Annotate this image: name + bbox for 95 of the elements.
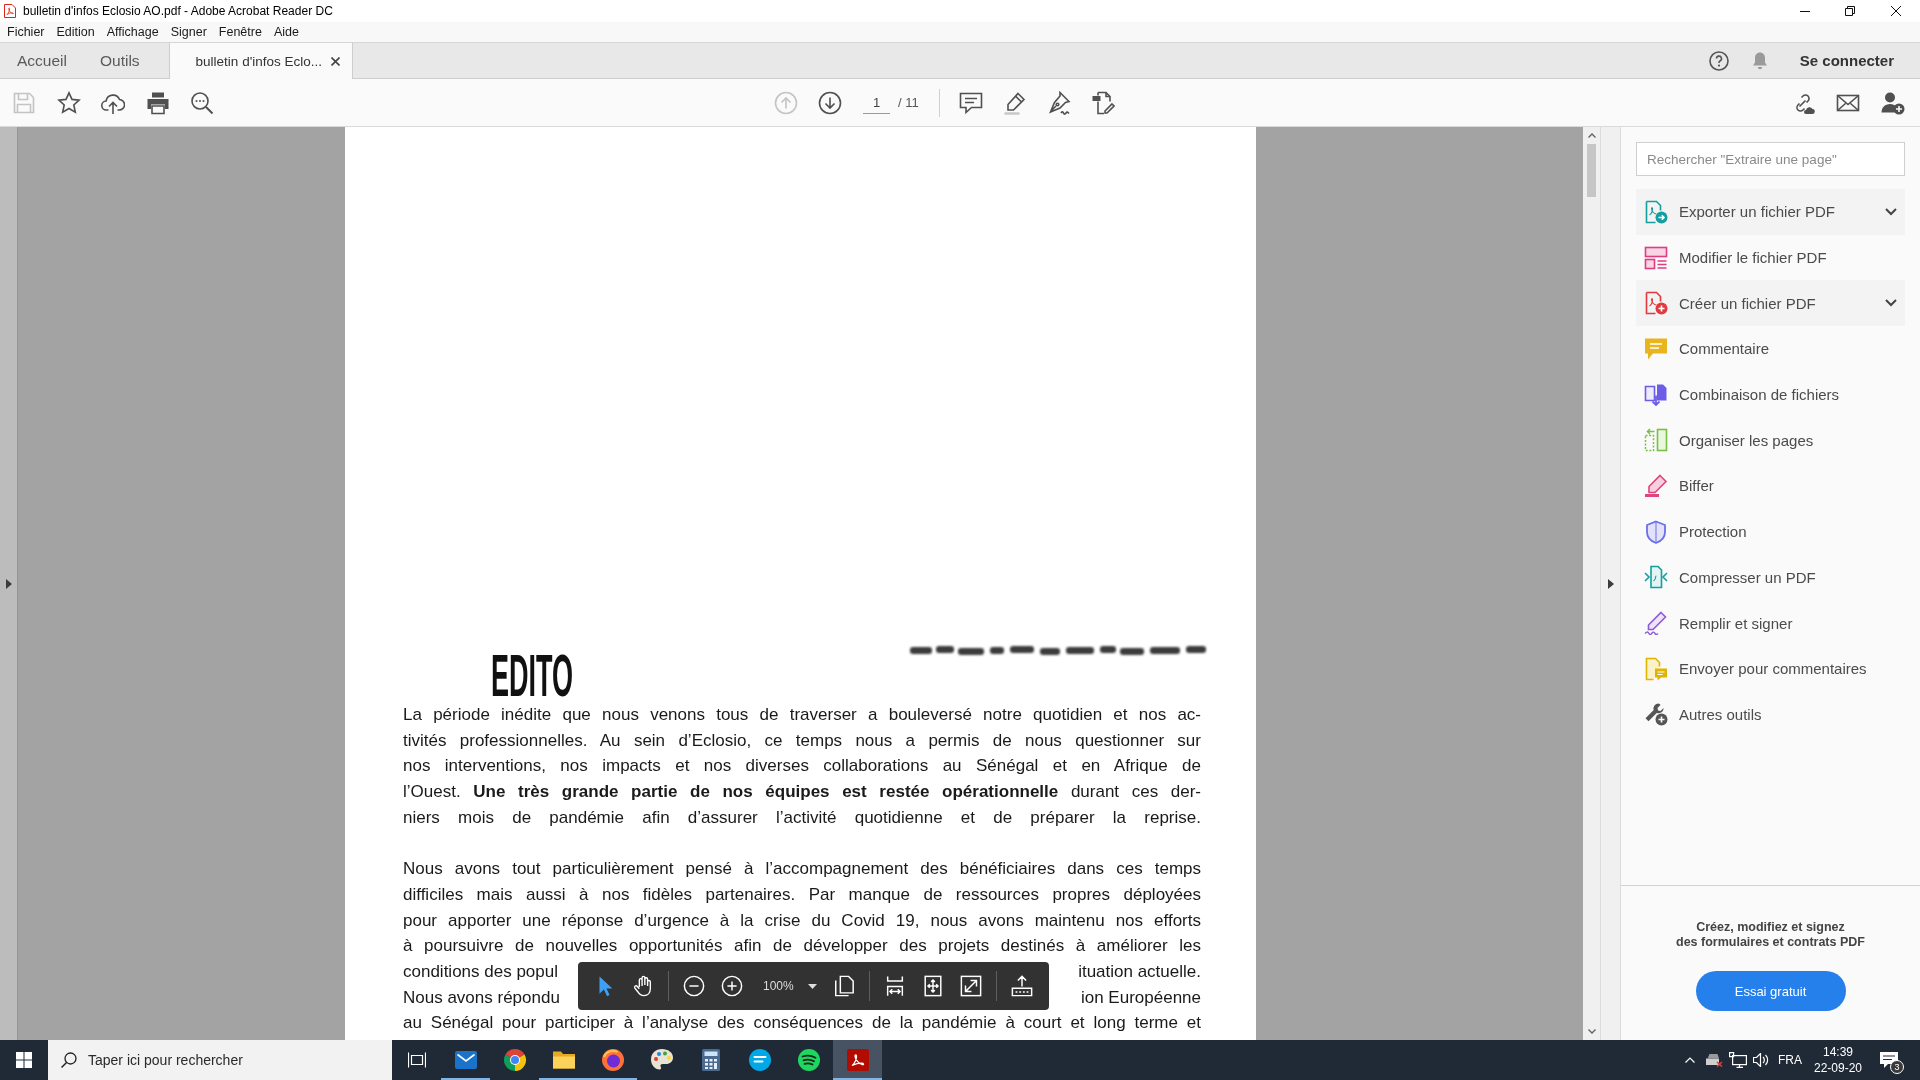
- page-count: / 11: [898, 95, 919, 110]
- paragraph-text: au Sénégal pour participer à l’analyse des conséquences de la pandémie à court et long terme et: [403, 1012, 1201, 1035]
- tray-arrow-icon[interactable]: [1010, 975, 1033, 997]
- document-arrow-icon: [1644, 199, 1668, 224]
- tool-item[interactable]: Commentaire: [1636, 326, 1905, 372]
- envelope-icon: [453, 1048, 478, 1072]
- pen-nib-icon[interactable]: [1046, 90, 1071, 115]
- browser-icon: [502, 1048, 527, 1072]
- document-plus-icon: [1644, 291, 1668, 316]
- chevron-icon[interactable]: [1885, 299, 1897, 308]
- document-comment-icon: [1644, 656, 1668, 681]
- trial-button[interactable]: Essai gratuit: [1695, 971, 1846, 1011]
- page-number-field[interactable]: 1: [863, 91, 890, 114]
- tool-item[interactable]: Modifier le fichier PDF: [1636, 234, 1905, 281]
- scroll-up-icon[interactable]: [1587, 133, 1596, 138]
- menu-item[interactable]: Aide: [273, 25, 299, 39]
- language-indicator[interactable]: FRA: [1772, 1040, 1808, 1080]
- documents-merge-icon: [1644, 382, 1668, 407]
- zoom-dropdown[interactable]: 100%: [751, 970, 825, 1002]
- tool-item[interactable]: Organiser les pages: [1636, 417, 1905, 464]
- comment-icon[interactable]: [958, 90, 983, 115]
- menu-item[interactable]: Fichier: [7, 25, 45, 39]
- search-icon: [61, 1052, 77, 1068]
- compress-icon: [1644, 565, 1668, 590]
- menu-item[interactable]: Affichage: [106, 25, 159, 39]
- hand-icon[interactable]: [632, 975, 654, 997]
- task-view-icon[interactable]: [407, 1052, 426, 1068]
- chat-icon: [747, 1048, 772, 1072]
- text-fragment: ituation actuelle.: [1078, 961, 1201, 983]
- tab[interactable]: Accueil: [0, 43, 83, 78]
- tool-item[interactable]: Combinaison de fichiers: [1636, 371, 1905, 418]
- scrollbar-thumb[interactable]: [1587, 144, 1596, 197]
- fit-page-icon[interactable]: [921, 975, 944, 997]
- chevron-up-icon[interactable]: [1685, 1057, 1695, 1063]
- shield-icon: [1644, 519, 1668, 544]
- speaker-icon[interactable]: [1753, 1053, 1769, 1067]
- pages-icon[interactable]: [832, 975, 855, 997]
- star-icon[interactable]: [56, 90, 81, 115]
- palette-icon: [649, 1048, 674, 1072]
- pen-signature-icon: [1644, 611, 1668, 636]
- app-icon: [4, 4, 16, 18]
- paragraph-text: La période inédite que nous venons tous de traverser a bouleversé notre quotidien et nos ac- tivités professionnelles. Au sein d’Eclosio, ce temps nous a permis de nous questionner sur nos interventions, nos impacts et nos diverses collaborations au Sénégal et en Afrique de l’Ouest. Une très grande partie de nos équipes est restée opérationnelle durant ces der- niers mois de pandémie afin d’assurer l’activité quotidienne et de préparer la reprise.: [403, 704, 1201, 829]
- globe-icon: [600, 1048, 625, 1072]
- device-icon[interactable]: [1705, 1053, 1723, 1067]
- chevron-icon[interactable]: [1885, 207, 1897, 216]
- text-fragment: ion Européenne: [1080, 986, 1201, 1009]
- promo-text: Créez, modifiez et signez des formulaires et contrats PDF: [1676, 920, 1865, 950]
- pages-icon: [1644, 428, 1668, 453]
- search-icon[interactable]: [190, 90, 214, 115]
- search-field[interactable]: Rechercher "Extraire une page": [1636, 142, 1905, 176]
- search-field[interactable]: Taper ici pour rechercher: [48, 1040, 392, 1080]
- panel-toggle-icon[interactable]: [1607, 578, 1614, 589]
- zoom-out-icon[interactable]: [683, 975, 705, 997]
- sign-in-button[interactable]: Se connecter: [1799, 52, 1894, 69]
- document-pen-icon[interactable]: [1090, 90, 1115, 115]
- document-icon: [845, 1048, 870, 1072]
- tool-group-item[interactable]: Exporter un fichier PDF: [1636, 189, 1905, 235]
- arrow-down-circle-icon[interactable]: [818, 90, 842, 115]
- panel-toggle-icon[interactable]: [5, 578, 12, 589]
- menu-item[interactable]: Fenêtre: [218, 25, 262, 39]
- tab[interactable]: Outils: [82, 43, 156, 78]
- menu-item[interactable]: Signer: [170, 25, 207, 39]
- notification-badge: 3: [1890, 1060, 1904, 1074]
- menu-item[interactable]: Edition: [56, 25, 95, 39]
- tool-group-item[interactable]: Créer un fichier PDF: [1636, 280, 1905, 327]
- text-fragment: conditions des popul: [403, 961, 558, 983]
- tool-item[interactable]: Biffer: [1636, 463, 1905, 509]
- highlighter-icon: [1644, 473, 1668, 498]
- windows-logo-icon[interactable]: [16, 1052, 32, 1068]
- scroll-down-icon[interactable]: [1587, 1029, 1596, 1034]
- tool-item[interactable]: Remplir et signer: [1636, 600, 1905, 646]
- close-icon[interactable]: [1891, 6, 1901, 16]
- tool-item[interactable]: Autres outils: [1636, 691, 1905, 738]
- comment-icon: [1644, 336, 1668, 361]
- network-icon[interactable]: [1729, 1052, 1747, 1068]
- help-icon[interactable]: [1708, 50, 1729, 71]
- tool-item[interactable]: Envoyer pour commentaires: [1636, 645, 1905, 692]
- scrollbar[interactable]: [1583, 127, 1600, 1040]
- highlighter-icon[interactable]: [1002, 90, 1027, 115]
- close-icon[interactable]: [330, 56, 340, 66]
- add-user-icon[interactable]: [1881, 90, 1905, 115]
- window-title: bulletin d'infos Eclosio AO.pdf - Adobe Acrobat Reader DC: [23, 4, 333, 18]
- zoom-in-icon[interactable]: [721, 975, 743, 997]
- layout-icon: [1644, 245, 1668, 270]
- wrench-plus-icon: [1644, 702, 1668, 727]
- music-icon: [796, 1048, 821, 1072]
- fullscreen-icon[interactable]: [959, 975, 982, 997]
- clock[interactable]: 14:39 22-09-20: [1808, 1040, 1868, 1080]
- section-heading: EDITO: [491, 650, 574, 702]
- print-icon[interactable]: [145, 90, 170, 115]
- document-tab[interactable]: bulletin d'infos Eclo...: [168, 43, 353, 79]
- tool-item[interactable]: Compresser un PDF: [1636, 554, 1905, 601]
- text-fragment: Nous avons répondu: [403, 986, 560, 1009]
- caret-icon: [807, 983, 817, 989]
- tool-item[interactable]: Protection: [1636, 508, 1905, 555]
